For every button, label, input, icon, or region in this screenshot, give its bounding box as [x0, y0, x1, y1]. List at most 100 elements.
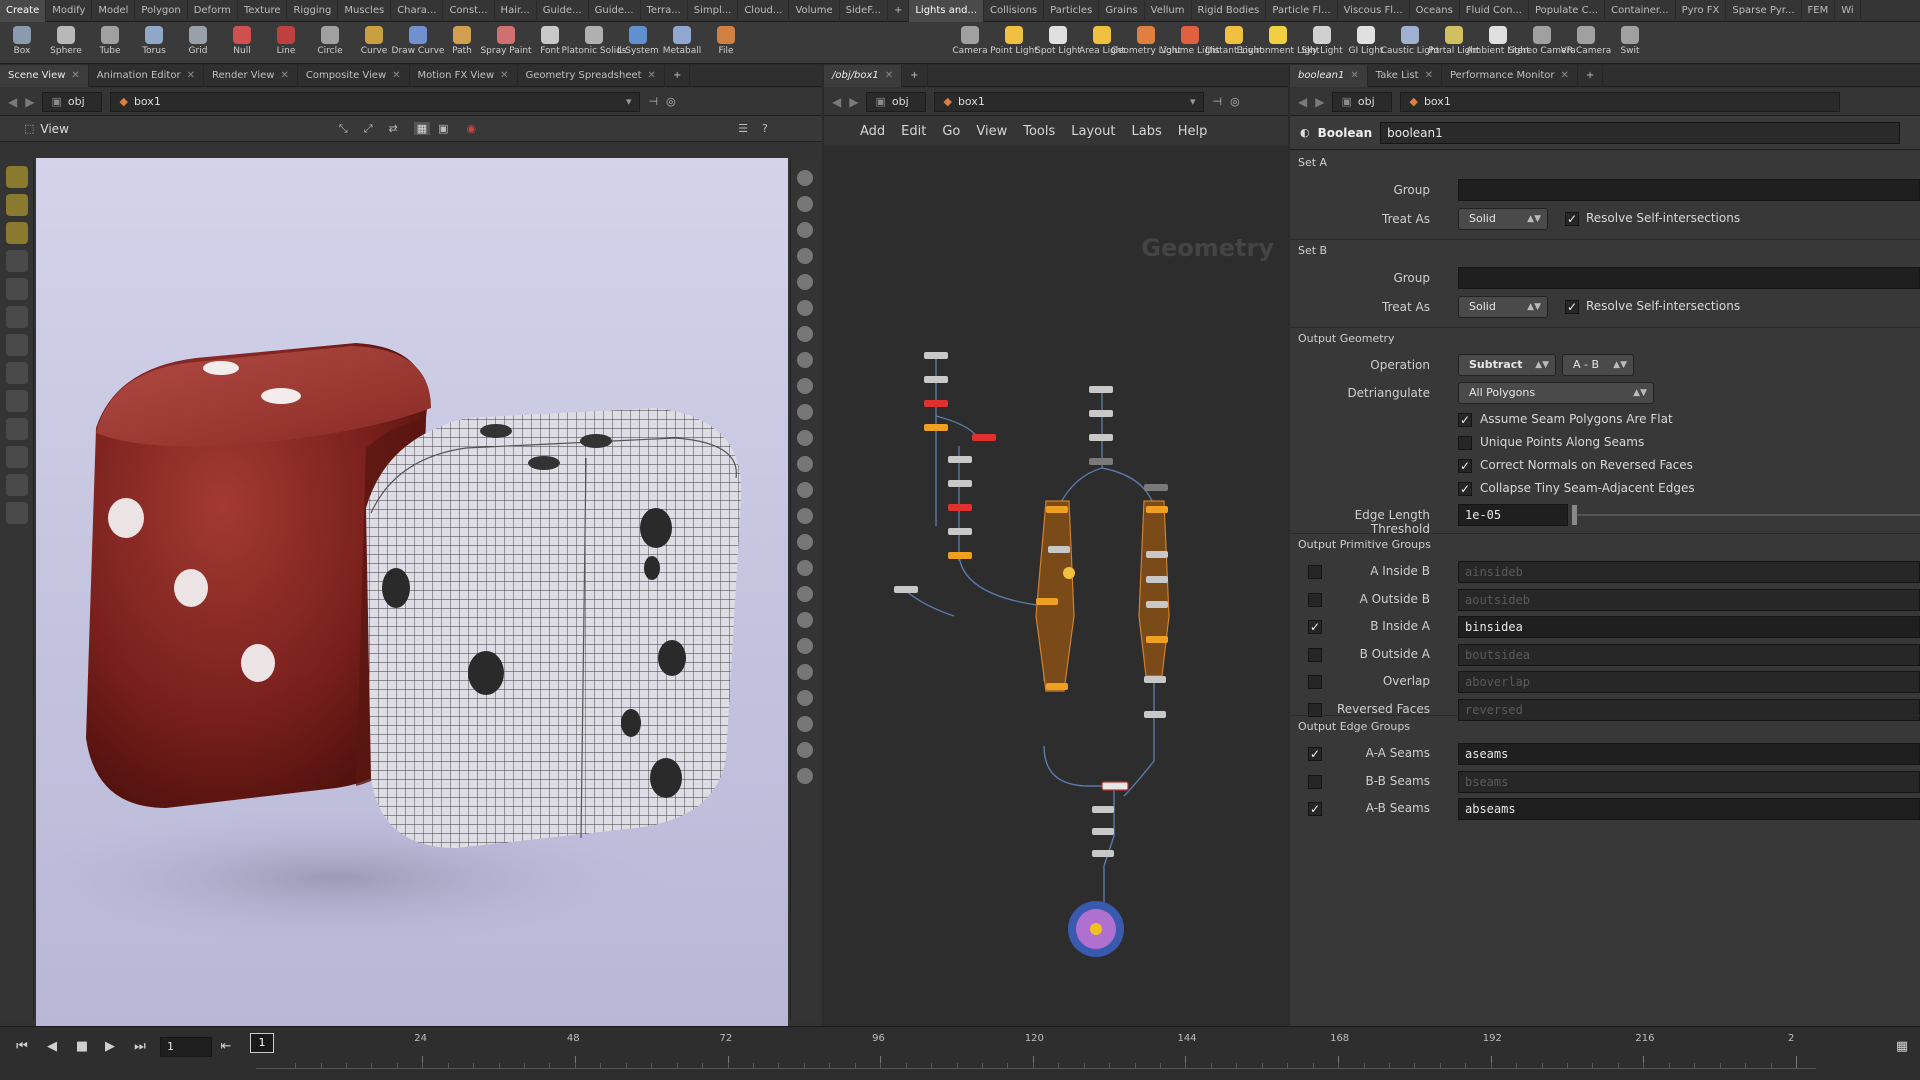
camera-tool-icon[interactable] [5, 446, 28, 468]
rotate-icon[interactable]: ⤢ [364, 122, 373, 136]
shelf-tab[interactable]: Cloud... [738, 0, 790, 22]
node[interactable] [972, 434, 996, 441]
node[interactable] [924, 352, 948, 359]
display-option-icon[interactable] [796, 742, 813, 758]
back-icon[interactable]: ◀ [832, 95, 841, 109]
shelf-tab[interactable]: Chara... [391, 0, 444, 22]
node[interactable] [948, 552, 972, 559]
shelf-tool[interactable]: Sphere [44, 22, 88, 64]
display-option-icon[interactable] [796, 352, 813, 368]
link-icon[interactable]: ◎ [666, 95, 676, 108]
node[interactable] [1089, 434, 1113, 441]
tab-right-2[interactable]: Performance Monitor ✕ [1442, 65, 1578, 87]
close-icon[interactable]: ✕ [392, 65, 400, 87]
add-tab-button[interactable]: + [1578, 65, 1604, 87]
shelf-tool[interactable]: Path [440, 22, 484, 64]
shelf-tool[interactable]: Line [264, 22, 308, 64]
3d-viewport[interactable] [36, 158, 788, 1026]
display-option-icon[interactable] [796, 326, 813, 342]
shelf-tool[interactable]: Camera [948, 22, 992, 64]
menu-tools[interactable]: Tools [1023, 124, 1055, 139]
shelf-tab[interactable]: Lights and... [909, 0, 985, 22]
node[interactable] [1089, 458, 1113, 465]
display-option-icon[interactable] [796, 196, 813, 212]
frame-field[interactable]: 1 [160, 1037, 212, 1057]
play-icon[interactable]: ▶ [98, 1037, 122, 1057]
shelf-tool[interactable]: Distant Light [1205, 22, 1263, 64]
node[interactable] [1144, 484, 1168, 491]
close-icon[interactable]: ✕ [1561, 65, 1569, 87]
path-node[interactable]: ◆ box1 ▾ [934, 91, 1205, 112]
display-option-icon[interactable] [796, 274, 813, 290]
shelf-tool[interactable]: Spray Paint [480, 22, 532, 64]
forward-icon[interactable]: ▶ [25, 95, 34, 109]
display-option-icon[interactable] [796, 534, 813, 550]
pin-icon[interactable]: ⊣ [648, 95, 658, 108]
display-option-icon[interactable] [796, 300, 813, 316]
shelf-tool[interactable]: Point Light [990, 22, 1038, 64]
render-tool-icon[interactable] [5, 474, 28, 496]
group-name-field[interactable]: boutsidea [1458, 643, 1920, 666]
folder-output-geometry[interactable]: Output Geometry [1298, 332, 1395, 345]
node[interactable] [948, 504, 972, 511]
shelf-tab[interactable]: Hair... [495, 0, 537, 22]
opt1-checkbox[interactable]: ✓ [1458, 413, 1472, 427]
display-option-icon[interactable] [796, 638, 813, 654]
close-icon[interactable]: ✕ [885, 65, 893, 87]
shelf-tab[interactable]: + [888, 0, 910, 22]
group-name-field[interactable]: reversed [1458, 698, 1920, 721]
transform-icon[interactable] [5, 278, 28, 300]
shelf-tool[interactable]: Circle [308, 22, 352, 64]
chevron-down-icon[interactable]: ▾ [626, 92, 632, 112]
shelf-tool[interactable]: Swit [1608, 22, 1652, 64]
shelf-tool[interactable]: Curve [352, 22, 396, 64]
shelf-tool[interactable]: Grid [176, 22, 220, 64]
shelf-tab[interactable]: Terra... [641, 0, 688, 22]
display-option-icon[interactable] [796, 170, 813, 186]
tab-left-3[interactable]: Composite View ✕ [298, 65, 410, 87]
close-icon[interactable]: ✕ [1425, 65, 1433, 87]
shelf-tab[interactable]: Volume [789, 0, 840, 22]
node[interactable] [924, 400, 948, 407]
view-tool-icon[interactable] [5, 418, 28, 440]
shelf-tab[interactable]: Particle Fl... [1266, 0, 1338, 22]
group-b-field[interactable] [1458, 267, 1920, 289]
play-back-icon[interactable]: ◀ [40, 1037, 64, 1057]
shelf-tool[interactable]: Null [220, 22, 264, 64]
shelf-tool[interactable]: Geometry Light [1111, 22, 1181, 64]
boolean-node[interactable] [1101, 781, 1129, 791]
shelf-tool[interactable]: Draw Curve [392, 22, 444, 64]
treat-as-b-menu[interactable]: Solid ▲▼ [1458, 296, 1548, 318]
group-name-field[interactable]: ainsideb [1458, 561, 1920, 583]
shelf-tool[interactable]: Volume Light [1161, 22, 1219, 64]
close-icon[interactable]: ✕ [71, 65, 79, 87]
close-icon[interactable]: ✕ [280, 65, 288, 87]
light-tool-icon[interactable] [5, 502, 28, 524]
node[interactable] [948, 480, 972, 487]
shelf-tool[interactable]: Environment Light [1237, 22, 1319, 64]
menu-view[interactable]: View [976, 124, 1007, 139]
shelf-tab[interactable]: Wi [1835, 0, 1861, 22]
shelf-tool[interactable]: Torus [132, 22, 176, 64]
select-mode-icon[interactable]: ⤡ [339, 122, 348, 136]
tab-network[interactable]: /obj/box1 ✕ [824, 65, 903, 87]
display-option-icon[interactable] [796, 586, 813, 602]
tab-left-5[interactable]: Geometry Spreadsheet ✕ [518, 65, 665, 87]
tab-left-0[interactable]: Scene View ✕ [0, 65, 89, 87]
network-editor[interactable]: Geometry [824, 146, 1288, 1026]
node[interactable] [948, 528, 972, 535]
handle-icon[interactable] [5, 222, 28, 244]
shelf-tool[interactable]: GI Light [1344, 22, 1388, 64]
shelf-tool[interactable]: File [704, 22, 748, 64]
display-option-icon[interactable] [796, 430, 813, 446]
display-option-icon[interactable] [796, 768, 813, 784]
shelf-tab[interactable]: Deform [188, 0, 238, 22]
folder-set-a[interactable]: Set A [1298, 156, 1327, 169]
shelf-tab[interactable]: Sparse Pyr... [1726, 0, 1802, 22]
close-icon[interactable]: ✕ [648, 65, 656, 87]
lock-icon[interactable] [5, 194, 28, 216]
current-frame-marker[interactable]: 1 [250, 1033, 274, 1053]
menu-labs[interactable]: Labs [1131, 124, 1161, 139]
shelf-tool[interactable]: Tube [88, 22, 132, 64]
node[interactable] [1089, 410, 1113, 417]
